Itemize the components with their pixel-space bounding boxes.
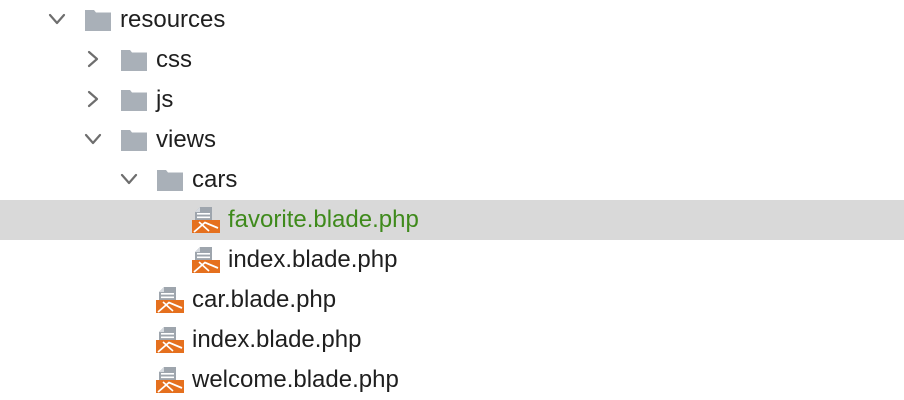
tree-item-cars[interactable]: cars <box>0 160 904 200</box>
project-tree: resources css js views cars favorite.bla… <box>0 0 904 400</box>
chevron-right-icon[interactable] <box>82 48 104 70</box>
tree-item-js[interactable]: js <box>0 80 904 120</box>
chevron-down-icon[interactable] <box>118 168 140 190</box>
folder-icon <box>120 46 148 74</box>
tree-item-label: css <box>156 46 192 73</box>
tree-item-label: views <box>156 126 217 153</box>
folder-icon <box>120 86 148 114</box>
folder-icon <box>120 126 148 154</box>
tree-item-label: cars <box>192 166 238 193</box>
chevron-right-icon[interactable] <box>82 88 104 110</box>
tree-item-resources[interactable]: resources <box>0 0 904 40</box>
tree-item-favorite-blade[interactable]: favorite.blade.php <box>0 200 904 240</box>
tree-item-cars-index-blade[interactable]: index.blade.php <box>0 240 904 280</box>
chevron-down-icon[interactable] <box>46 8 68 30</box>
blade-file-icon <box>156 366 184 394</box>
tree-item-label: car.blade.php <box>192 286 337 313</box>
tree-item-label: index.blade.php <box>228 246 398 273</box>
blade-file-icon <box>192 206 220 234</box>
tree-item-label: resources <box>120 6 226 33</box>
folder-icon <box>84 6 112 34</box>
tree-item-label: favorite.blade.php <box>228 206 419 233</box>
tree-item-label: js <box>156 86 174 113</box>
tree-item-label: welcome.blade.php <box>192 366 399 393</box>
tree-item-views[interactable]: views <box>0 120 904 160</box>
tree-item-welcome-blade[interactable]: welcome.blade.php <box>0 360 904 400</box>
blade-file-icon <box>156 326 184 354</box>
chevron-down-icon[interactable] <box>82 128 104 150</box>
blade-file-icon <box>156 286 184 314</box>
blade-file-icon <box>192 246 220 274</box>
tree-item-label: index.blade.php <box>192 326 362 353</box>
tree-item-views-index-blade[interactable]: index.blade.php <box>0 320 904 360</box>
tree-item-css[interactable]: css <box>0 40 904 80</box>
folder-icon <box>156 166 184 194</box>
tree-item-car-blade[interactable]: car.blade.php <box>0 280 904 320</box>
